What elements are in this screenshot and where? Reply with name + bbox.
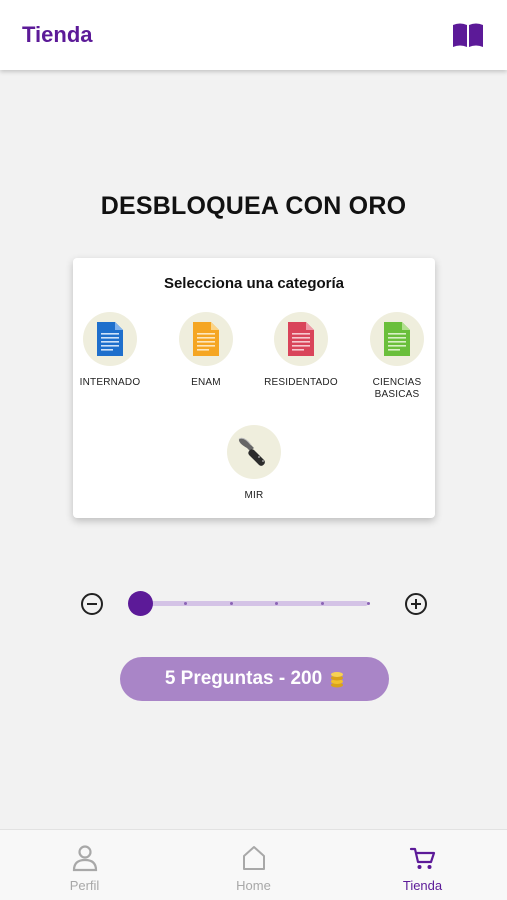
bottom-nav: Perfil Home Tienda <box>0 829 507 900</box>
slider-track[interactable] <box>140 601 370 606</box>
slider-tick <box>366 602 370 605</box>
minus-circle-icon[interactable] <box>81 593 103 615</box>
unlock-headline: DESBLOQUEA CON ORO <box>100 192 407 220</box>
category-mir[interactable]: MIR <box>208 425 300 502</box>
cart-icon <box>409 847 435 869</box>
category-card: Selecciona una categoría INTERNADO ENAM … <box>73 258 435 518</box>
nav-label: Tienda <box>402 878 443 893</box>
slider-thumb[interactable] <box>127 591 153 616</box>
category-residentado[interactable]: RESIDENTADO <box>255 312 347 389</box>
question-count-slider-area <box>0 585 507 621</box>
home-icon <box>242 846 265 870</box>
category-label: INTERNADO <box>79 377 141 388</box>
person-icon <box>72 845 97 872</box>
purchase-label: 5 Preguntas - 200 <box>164 668 323 689</box>
document-blue-icon <box>97 322 123 356</box>
document-orange-icon <box>193 322 219 356</box>
category-enam[interactable]: ENAM <box>160 312 252 389</box>
gold-coins-icon <box>331 672 344 688</box>
category-internado[interactable]: INTERNADO <box>64 312 156 389</box>
slider-tick <box>229 602 233 605</box>
page-title: Tienda <box>22 22 93 47</box>
category-label: MIR <box>244 490 264 501</box>
slider-tick <box>275 602 279 605</box>
card-title: Selecciona una categoría <box>163 275 345 292</box>
category-label: ENAM <box>191 377 221 388</box>
slider-tick <box>320 602 324 605</box>
category-label: CIENCIAS BASICAS <box>372 377 422 400</box>
purchase-button[interactable]: 5 Preguntas - 200 <box>120 657 389 701</box>
document-red-icon <box>288 322 314 356</box>
nav-item-perfil[interactable]: Perfil <box>0 830 169 900</box>
app-bar: Tienda <box>0 0 507 70</box>
category-ciencias-basicas[interactable]: CIENCIAS BASICAS <box>351 312 443 401</box>
scalpel-icon <box>238 437 265 466</box>
nav-label: Home <box>236 878 271 893</box>
book-open-icon[interactable] <box>451 21 485 49</box>
nav-item-home[interactable]: Home <box>169 830 338 900</box>
nav-item-tienda[interactable]: Tienda <box>338 830 507 900</box>
nav-label: Perfil <box>69 878 100 893</box>
plus-circle-icon[interactable] <box>405 593 427 615</box>
document-green-icon <box>384 322 410 356</box>
category-label: RESIDENTADO <box>264 377 338 388</box>
slider-tick <box>184 602 188 605</box>
